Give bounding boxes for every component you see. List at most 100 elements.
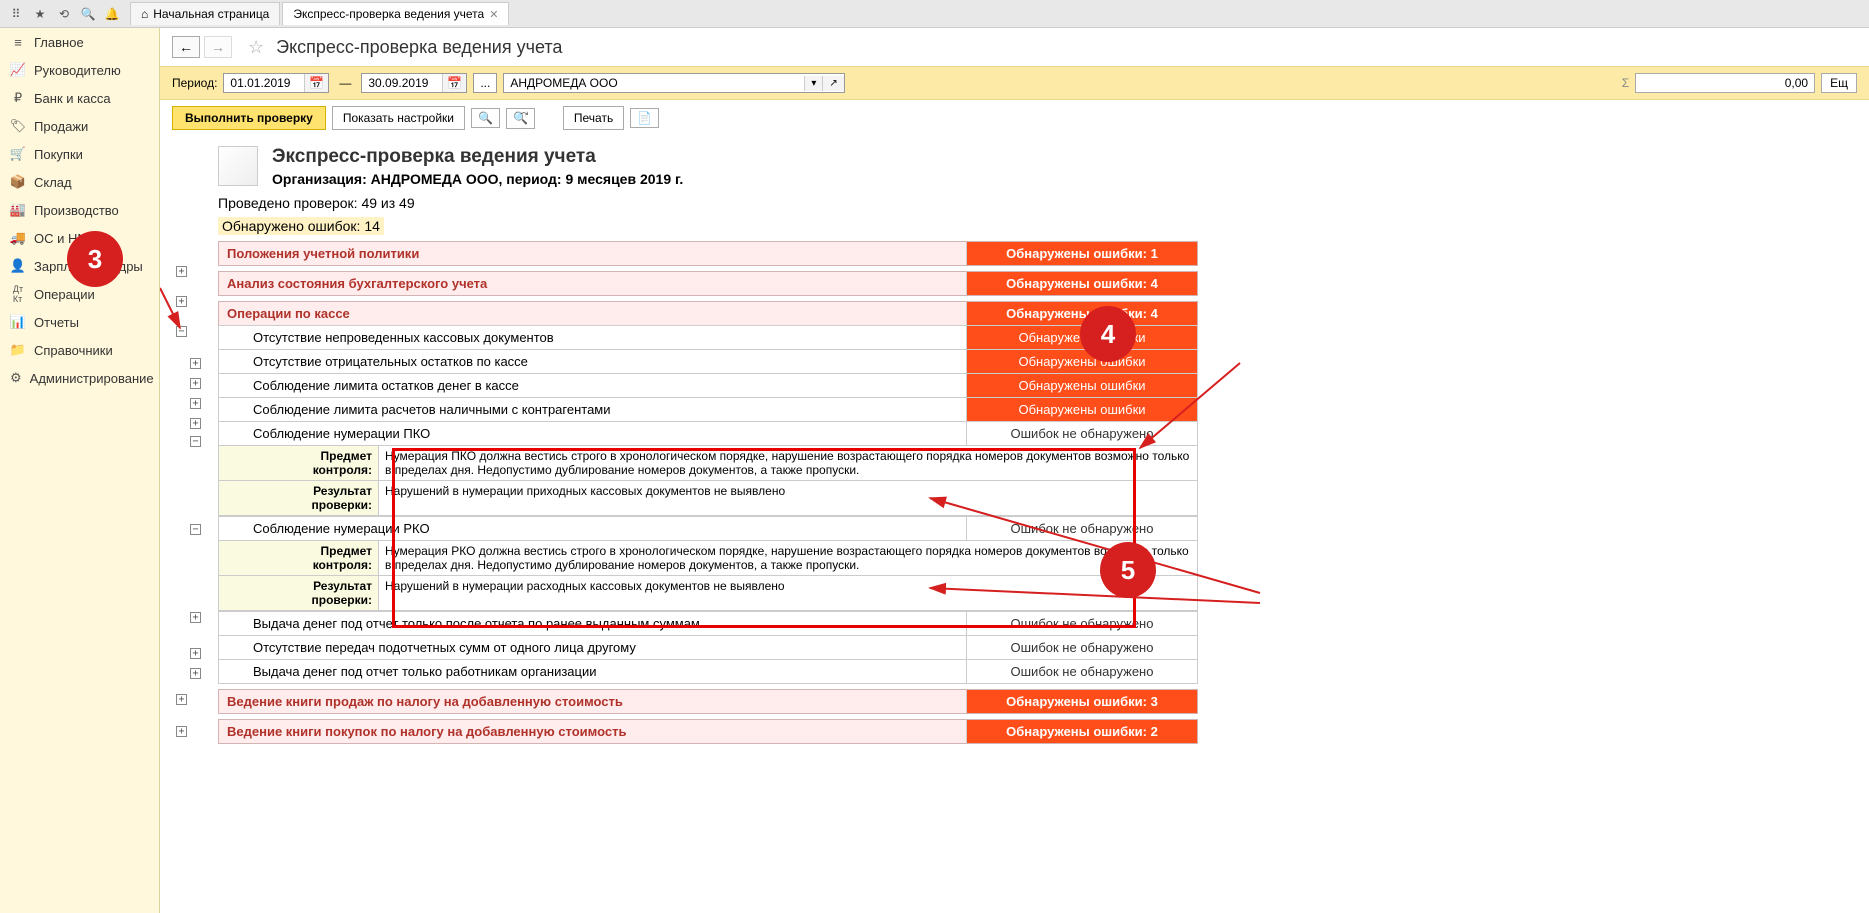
period-select-button[interactable]: ... [473, 73, 497, 93]
sb-label: Руководителю [34, 63, 121, 78]
result-label: Результат проверки: [219, 576, 379, 611]
star-icon[interactable]: ★ [28, 2, 52, 26]
find-next-button[interactable]: 🔍⃕ [506, 108, 535, 129]
calendar-icon[interactable]: 📅 [442, 74, 466, 92]
check-name: Отсутствие отрицательных остатков по кас… [219, 350, 967, 373]
box-icon: 📦 [10, 174, 26, 190]
dash: — [335, 76, 355, 90]
print-button[interactable]: Печать [563, 106, 624, 130]
bell-icon[interactable]: 🔔 [100, 2, 124, 26]
expand-icon[interactable]: + [176, 726, 187, 737]
check-status: Ошибок не обнаружено [967, 660, 1197, 683]
group-accounting-state[interactable]: Анализ состояния бухгалтерского учета Об… [218, 271, 1198, 296]
check-name: Соблюдение нумерации ПКО [219, 422, 967, 445]
date-from-input[interactable] [224, 74, 304, 92]
preview-button[interactable]: 📄 [630, 108, 659, 128]
sidebar-item-bank[interactable]: ₽Банк и касса [0, 84, 159, 112]
show-settings-button[interactable]: Показать настройки [332, 106, 465, 130]
factory-icon: 🏭 [10, 202, 26, 218]
check-row-pko[interactable]: Соблюдение нумерации ПКО Ошибок не обнар… [218, 421, 1198, 446]
expand-icon[interactable]: + [190, 612, 201, 623]
sidebar-item-production[interactable]: 🏭 Производство [0, 196, 159, 224]
check-row[interactable]: Отсутствие передач подотчетных сумм от о… [218, 635, 1198, 660]
check-status: Обнаружены ошибки [967, 374, 1197, 397]
org-select[interactable]: ▾ ↗ [503, 73, 844, 93]
open-icon[interactable]: ↗ [822, 76, 843, 91]
favorite-icon[interactable]: ☆ [248, 37, 264, 58]
collapse-icon[interactable]: − [190, 524, 201, 535]
check-status: Ошибок не обнаружено [967, 612, 1197, 635]
sidebar-item-manager[interactable]: 📈Руководителю [0, 56, 159, 84]
sum-value: 0,00 [1635, 73, 1815, 93]
sb-label: Производство [34, 203, 119, 218]
bars-icon: 📊 [10, 314, 26, 330]
subject-label: Предмет контроля: [219, 541, 379, 576]
find-button[interactable]: 🔍 [471, 108, 500, 128]
close-icon[interactable]: ✕ [489, 8, 498, 21]
dropdown-icon[interactable]: ▾ [804, 76, 822, 91]
rko-subject-text: Нумерация РКО должна вестись строго в хр… [379, 541, 1198, 576]
collapse-icon[interactable]: − [190, 436, 201, 447]
expand-icon[interactable]: + [190, 378, 201, 389]
date-from-field[interactable]: 📅 [223, 73, 329, 93]
date-to-input[interactable] [362, 74, 442, 92]
expand-icon[interactable]: + [190, 648, 201, 659]
check-row-rko[interactable]: Соблюдение нумерации РКО Ошибок не обнар… [218, 516, 1198, 541]
expand-icon[interactable]: + [176, 296, 187, 307]
checks-count: Проведено проверок: 49 из 49 [218, 195, 1198, 211]
nav-back-button[interactable]: ← [172, 36, 200, 58]
group-purchase-book[interactable]: Ведение книги покупок по налогу на добав… [218, 719, 1198, 744]
date-to-field[interactable]: 📅 [361, 73, 467, 93]
check-row[interactable]: Выдача денег под отчет только работникам… [218, 659, 1198, 684]
sidebar-item-admin[interactable]: ⚙Администрирование [0, 364, 159, 392]
check-row[interactable]: Отсутствие непроведенных кассовых докуме… [218, 325, 1198, 350]
tab-express-label: Экспресс-проверка ведения учета [293, 7, 484, 21]
tab-home[interactable]: ⌂ Начальная страница [130, 2, 280, 25]
errors-count: Обнаружено ошибок: 14 [218, 217, 384, 235]
gear-icon: ⚙ [10, 370, 22, 386]
expand-icon[interactable]: + [176, 694, 187, 705]
calendar-icon[interactable]: 📅 [304, 74, 328, 92]
check-row[interactable]: Соблюдение лимита остатков денег в кассе… [218, 373, 1198, 398]
tab-express-check[interactable]: Экспресс-проверка ведения учета ✕ [282, 2, 509, 25]
run-check-button[interactable]: Выполнить проверку [172, 106, 326, 130]
sidebar-item-purchases[interactable]: 🛒Покупки [0, 140, 159, 168]
collapse-icon[interactable]: − [176, 326, 187, 337]
org-input[interactable] [504, 74, 804, 92]
check-row[interactable]: Отсутствие отрицательных остатков по кас… [218, 349, 1198, 374]
report-title: Экспресс-проверка ведения учета [272, 146, 683, 168]
sidebar-item-warehouse[interactable]: 📦Склад [0, 168, 159, 196]
group-accounting-policy[interactable]: Положения учетной политики Обнаружены ош… [218, 241, 1198, 266]
more-button[interactable]: Ещ [1821, 73, 1857, 93]
check-row[interactable]: Выдача денег под отчет только после отче… [218, 611, 1198, 636]
report-org-period: Организация: АНДРОМЕДА ООО, период: 9 ме… [272, 171, 683, 187]
expand-icon[interactable]: + [190, 398, 201, 409]
nav-forward-button[interactable]: → [204, 36, 232, 58]
sidebar-item-main[interactable]: ≡Главное [0, 28, 159, 56]
check-status: Обнаружены ошибки [967, 350, 1197, 373]
search-icon[interactable]: 🔍 [76, 2, 100, 26]
expand-icon[interactable]: + [190, 668, 201, 679]
check-status: Ошибок не обнаружено [967, 517, 1197, 540]
group-sales-book[interactable]: Ведение книги продаж по налогу на добавл… [218, 689, 1198, 714]
sb-label: Операции [34, 287, 95, 302]
ruble-icon: ₽ [10, 90, 26, 106]
group-status: Обнаружены ошибки: 4 [967, 272, 1197, 295]
sidebar-item-sales[interactable]: 🏷Продажи [0, 112, 159, 140]
apps-icon[interactable]: ⠿ [4, 2, 28, 26]
expand-icon[interactable]: + [176, 266, 187, 277]
history-icon[interactable]: ⟲ [52, 2, 76, 26]
sb-label: Продажи [34, 119, 88, 134]
expand-icon[interactable]: + [190, 418, 201, 429]
sidebar-item-operations[interactable]: ДтКтОперации [0, 280, 159, 308]
annotation-callout-5: 5 [1100, 542, 1156, 598]
check-row[interactable]: Соблюдение лимита расчетов наличными с к… [218, 397, 1198, 422]
annotation-callout-4: 4 [1080, 306, 1136, 362]
group-status: Обнаружены ошибки: 3 [967, 690, 1197, 713]
group-cash-ops[interactable]: Операции по кассе Обнаружены ошибки: 4 [218, 301, 1198, 326]
expand-icon[interactable]: + [190, 358, 201, 369]
pko-result-text: Нарушений в нумерации приходных кассовых… [379, 481, 1198, 516]
sidebar-item-reports[interactable]: 📊Отчеты [0, 308, 159, 336]
sidebar-item-catalogs[interactable]: 📁Справочники [0, 336, 159, 364]
check-name: Отсутствие передач подотчетных сумм от о… [219, 636, 967, 659]
